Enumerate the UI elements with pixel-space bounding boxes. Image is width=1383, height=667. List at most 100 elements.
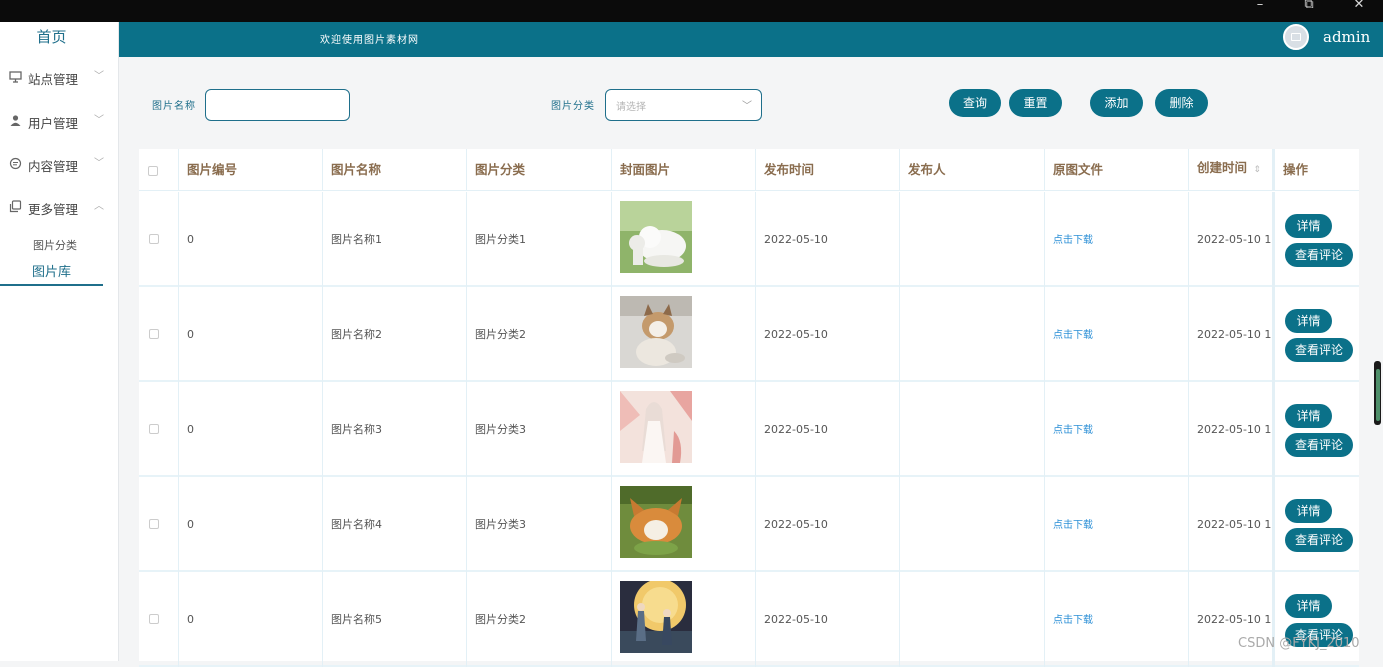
cell-publisher [900, 192, 1045, 287]
close-icon[interactable]: ✕ [1347, 0, 1371, 12]
sidebar-item-more[interactable]: 更多管理 ︿ [0, 186, 119, 229]
cell-image-category: 图片分类3 [467, 382, 612, 477]
copy-icon [9, 200, 22, 213]
download-link[interactable]: 点击下载 [1053, 330, 1093, 341]
cell-created-time: 2022-05-10 11 [1189, 477, 1273, 572]
select-all-checkbox[interactable] [148, 166, 158, 176]
cover-thumbnail[interactable] [620, 296, 692, 368]
query-button[interactable]: 查询 [949, 89, 1001, 117]
image-category-label: 图片分类 [551, 101, 595, 112]
cell-actions: 详情 查看评论 [1273, 572, 1359, 667]
sort-icon[interactable]: ⇕ [1253, 165, 1261, 175]
view-comments-button[interactable]: 查看评论 [1285, 338, 1353, 362]
cover-thumbnail[interactable] [620, 581, 692, 653]
delete-button[interactable]: 删除 [1155, 89, 1208, 117]
header-publisher: 发布人 [900, 149, 1045, 191]
cell-created-time: 2022-05-10 11 [1189, 382, 1273, 477]
detail-button[interactable]: 详情 [1285, 214, 1332, 238]
cell-publisher [900, 382, 1045, 477]
download-link[interactable]: 点击下载 [1053, 425, 1093, 436]
cell-image-category: 图片分类2 [467, 572, 612, 667]
detail-button[interactable]: 详情 [1285, 309, 1332, 333]
sidebar-item-users[interactable]: 用户管理 ﹀ [0, 100, 119, 143]
sidebar-item-label: 用户管理 [28, 116, 79, 131]
add-button[interactable]: 添加 [1090, 89, 1143, 117]
chevron-down-icon: ﹀ [94, 158, 104, 169]
row-select-cell [139, 572, 179, 667]
sidebar: 首页 站点管理 ﹀ 用户管理 ﹀ 内容管理 ﹀ 更多管理 ︿ 图片分类 图片库 [0, 22, 119, 661]
row-checkbox[interactable] [149, 614, 159, 624]
cell-original-file: 点击下载 [1045, 382, 1189, 477]
row-checkbox[interactable] [149, 234, 159, 244]
header-created-time[interactable]: 创建时间 ⇕ [1189, 149, 1273, 191]
row-select-cell [139, 477, 179, 572]
cell-created-time: 2022-05-10 11 [1189, 287, 1273, 382]
cell-actions: 详情 查看评论 [1273, 382, 1359, 477]
cover-thumbnail[interactable] [620, 201, 692, 273]
cover-thumbnail[interactable] [620, 486, 692, 558]
sidebar-item-content[interactable]: 内容管理 ﹀ [0, 143, 119, 186]
cell-publish-date: 2022-05-10 [756, 382, 900, 477]
watermark: CSDN @FYKJ_2010 [1238, 636, 1360, 651]
sidebar-subitem-image-library[interactable]: 图片库 [0, 262, 103, 286]
header-cover-image: 封面图片 [612, 149, 756, 191]
cell-original-file: 点击下载 [1045, 192, 1189, 287]
sidebar-item-site[interactable]: 站点管理 ﹀ [0, 56, 119, 99]
chevron-up-icon: ︿ [94, 201, 104, 212]
cell-original-file: 点击下载 [1045, 572, 1189, 667]
monitor-icon [9, 71, 22, 83]
detail-button[interactable]: 详情 [1285, 594, 1332, 618]
chevron-down-icon: ﹀ [94, 115, 104, 126]
reset-button[interactable]: 重置 [1009, 89, 1062, 117]
window-titlebar: – ⧉ ✕ [0, 0, 1383, 22]
image-avatar-icon[interactable] [1283, 24, 1309, 50]
sidebar-subitem-image-category[interactable]: 图片分类 [33, 237, 77, 253]
sidebar-item-label: 更多管理 [28, 202, 79, 217]
row-select-cell [139, 382, 179, 477]
row-select-cell [139, 192, 179, 287]
header-image-id: 图片编号 [179, 149, 323, 191]
minimize-icon[interactable]: – [1248, 0, 1272, 12]
cell-actions: 详情 查看评论 [1273, 192, 1359, 287]
header-publish-date: 发布时间 [756, 149, 900, 191]
cell-cover-image [612, 477, 756, 572]
view-comments-button[interactable]: 查看评论 [1285, 433, 1353, 457]
cell-image-name: 图片名称1 [323, 192, 467, 287]
cell-image-id: 0 [179, 287, 323, 382]
sidebar-item-label: 站点管理 [28, 72, 79, 87]
restore-icon[interactable]: ⧉ [1297, 0, 1321, 12]
cell-image-id: 0 [179, 572, 323, 667]
header-created-time-label: 创建时间 [1197, 160, 1248, 175]
cell-actions: 详情 查看评论 [1273, 477, 1359, 572]
table-row: 0 图片名称3 图片分类3 2022-05-10 点击下载 2022-05-10 11 详情… [139, 382, 1359, 477]
detail-button[interactable]: 详情 [1285, 404, 1332, 428]
select-placeholder: 请选择 [616, 102, 646, 113]
scrollbar-thumb[interactable] [1376, 369, 1380, 421]
header-image-category: 图片分类 [467, 149, 612, 191]
cell-image-category: 图片分类1 [467, 192, 612, 287]
cell-image-name: 图片名称3 [323, 382, 467, 477]
row-checkbox[interactable] [149, 329, 159, 339]
image-table: 图片编号 图片名称 图片分类 封面图片 发布时间 发布人 原图文件 创建时间 ⇕… [139, 149, 1359, 667]
sidebar-home[interactable]: 首页 [0, 22, 103, 53]
image-category-select[interactable]: 请选择 ﹀ [605, 89, 762, 121]
cell-image-category: 图片分类2 [467, 287, 612, 382]
view-comments-button[interactable]: 查看评论 [1285, 243, 1353, 267]
username[interactable]: admin [1323, 28, 1370, 46]
download-link[interactable]: 点击下载 [1053, 520, 1093, 531]
download-link[interactable]: 点击下载 [1053, 615, 1093, 626]
detail-button[interactable]: 详情 [1285, 499, 1332, 523]
table-row: 0 图片名称5 图片分类2 2022-05-10 点击下载 2022-05-10 11 详情… [139, 572, 1359, 667]
cell-image-id: 0 [179, 477, 323, 572]
cell-image-name: 图片名称5 [323, 572, 467, 667]
image-name-input[interactable] [205, 89, 350, 121]
cover-thumbnail[interactable] [620, 391, 692, 463]
header-image-name: 图片名称 [323, 149, 467, 191]
row-checkbox[interactable] [149, 424, 159, 434]
cell-publisher [900, 572, 1045, 667]
row-checkbox[interactable] [149, 519, 159, 529]
cell-publisher [900, 287, 1045, 382]
view-comments-button[interactable]: 查看评论 [1285, 528, 1353, 552]
cell-original-file: 点击下载 [1045, 477, 1189, 572]
download-link[interactable]: 点击下载 [1053, 235, 1093, 246]
